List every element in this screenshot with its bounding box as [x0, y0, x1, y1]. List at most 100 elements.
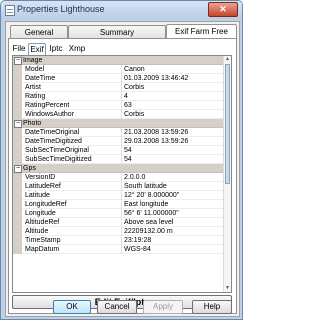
property-row[interactable]: SubSecTimeOriginal 54 [13, 146, 231, 155]
property-name: DateTime [25, 75, 56, 82]
property-row[interactable]: Rating 4 [13, 92, 231, 101]
column-divider [121, 110, 122, 119]
property-name: Longitude [25, 210, 56, 217]
row-gutter [13, 74, 22, 83]
property-row[interactable]: LatitudeRef South latitude [13, 182, 231, 191]
property-row[interactable]: DateTime 01.03.2009 13:46:42 [13, 74, 231, 83]
row-gutter [13, 101, 22, 110]
property-name: Latitude [25, 192, 50, 199]
property-name: AltitudeRef [25, 219, 60, 226]
property-value: 56° 6' 11.000000" [124, 210, 179, 217]
category-label: Gps [23, 165, 36, 172]
row-gutter [13, 227, 22, 236]
property-value: WGS-84 [124, 246, 151, 253]
window-title: Properties Lighthouse [17, 4, 105, 14]
apply-button[interactable]: Apply [143, 300, 183, 314]
ok-button[interactable]: OK [53, 300, 91, 314]
property-row[interactable]: DateTimeOriginal 21.03.2008 13:59:26 [13, 128, 231, 137]
category-row[interactable]: − Photo [13, 119, 231, 128]
document-icon [5, 5, 15, 16]
row-gutter [13, 146, 22, 155]
column-divider [121, 227, 122, 236]
column-divider [121, 245, 122, 254]
scroll-thumb[interactable] [225, 64, 230, 184]
category-label: Image [23, 57, 43, 64]
column-divider [121, 155, 122, 164]
tab-exif-farm-free[interactable]: Exif Farm Free [166, 24, 237, 39]
category-row[interactable]: − Image [13, 56, 231, 65]
property-row[interactable]: DateTimeDigitized 29.03.2008 13:59:26 [13, 137, 231, 146]
close-button[interactable]: ✕ [208, 2, 238, 17]
help-button[interactable]: Help [192, 300, 232, 314]
property-value: Corbis [124, 84, 145, 91]
property-name: Rating [25, 93, 46, 100]
row-gutter [13, 209, 22, 218]
property-name: Altitude [25, 228, 49, 235]
property-name: MapDatum [25, 246, 60, 253]
column-divider [121, 200, 122, 209]
property-row[interactable]: TimeStamp 23:19:28 [13, 236, 231, 245]
property-row[interactable]: Latitude 12° 20' 8.000000" [13, 191, 231, 200]
property-row[interactable]: AltitudeRef Above sea level [13, 218, 231, 227]
property-row[interactable]: Altitude 22209132.00 m [13, 227, 231, 236]
collapse-icon[interactable]: − [14, 165, 22, 173]
property-value: 54 [124, 156, 132, 163]
property-name: Model [25, 66, 45, 73]
row-gutter [13, 245, 22, 254]
property-value: 4 [124, 93, 128, 100]
column-divider [121, 146, 122, 155]
property-name: SubSecTimeDigitized [25, 156, 92, 163]
row-gutter [13, 218, 22, 227]
property-value: 54 [124, 147, 132, 154]
property-row[interactable]: SubSecTimeDigitized 54 [13, 155, 231, 164]
scroll-up-icon[interactable]: ▲ [224, 56, 231, 63]
row-gutter [13, 155, 22, 164]
property-row[interactable]: Model Canon [13, 65, 231, 74]
category-label: Photo [23, 120, 42, 127]
properties-window: Properties Lighthouse ✕ General Summary … [0, 0, 243, 320]
title-bar[interactable]: Properties Lighthouse ✕ [1, 1, 242, 19]
dialog-client: General Summary Exif Farm Free File Exif… [5, 21, 240, 317]
row-gutter [13, 128, 22, 137]
property-name: LatitudeRef [25, 183, 61, 190]
row-gutter [13, 182, 22, 191]
row-gutter [13, 200, 22, 209]
column-divider [121, 209, 122, 218]
property-name: WindowsAuthor [25, 111, 75, 118]
category-row[interactable]: − Gps [13, 164, 231, 173]
property-row[interactable]: LongitudeRef East longitude [13, 200, 231, 209]
collapse-icon[interactable]: − [14, 57, 22, 65]
property-name: SubSecTimeOriginal [25, 147, 89, 154]
row-gutter [13, 92, 22, 101]
property-row[interactable]: RatingPercent 63 [13, 101, 231, 110]
collapse-icon[interactable]: − [14, 120, 22, 128]
subtab-iptc[interactable]: Iptc [47, 43, 65, 55]
column-divider [121, 173, 122, 182]
property-value: Canon [124, 66, 145, 73]
property-row[interactable]: VersionID 2.0.0.0 [13, 173, 231, 182]
subtab-exif[interactable]: Exif [28, 43, 46, 55]
column-divider [121, 74, 122, 83]
property-name: VersionID [25, 174, 56, 181]
property-value: 12° 20' 8.000000" [124, 192, 180, 199]
row-gutter [13, 83, 22, 92]
property-row[interactable]: MapDatum WGS-84 [13, 245, 231, 254]
tab-general[interactable]: General [10, 25, 68, 38]
tab-summary[interactable]: Summary [68, 25, 166, 38]
property-value: 29.03.2008 13:59:26 [124, 138, 189, 145]
property-grid[interactable]: − Image Model Canon DateTime 01.03.2009 13:46… [12, 55, 232, 293]
vertical-scrollbar[interactable]: ▲ ▼ [223, 56, 231, 292]
cancel-button[interactable]: Cancel [97, 300, 137, 314]
property-value: 23:19:28 [124, 237, 152, 244]
property-value: 63 [124, 102, 132, 109]
property-value: 21.03.2008 13:59:26 [124, 129, 189, 136]
property-row[interactable]: Longitude 56° 6' 11.000000" [13, 209, 231, 218]
scroll-down-icon[interactable]: ▼ [224, 285, 231, 292]
column-divider [121, 128, 122, 137]
property-row[interactable]: WindowsAuthor Corbis [13, 110, 231, 119]
subtab-file[interactable]: File [12, 43, 26, 55]
property-row[interactable]: Artist Corbis [13, 83, 231, 92]
subtab-xmp[interactable]: Xmp [68, 43, 86, 55]
property-value: 22209132.00 m [124, 228, 173, 235]
property-name: Artist [25, 84, 41, 91]
